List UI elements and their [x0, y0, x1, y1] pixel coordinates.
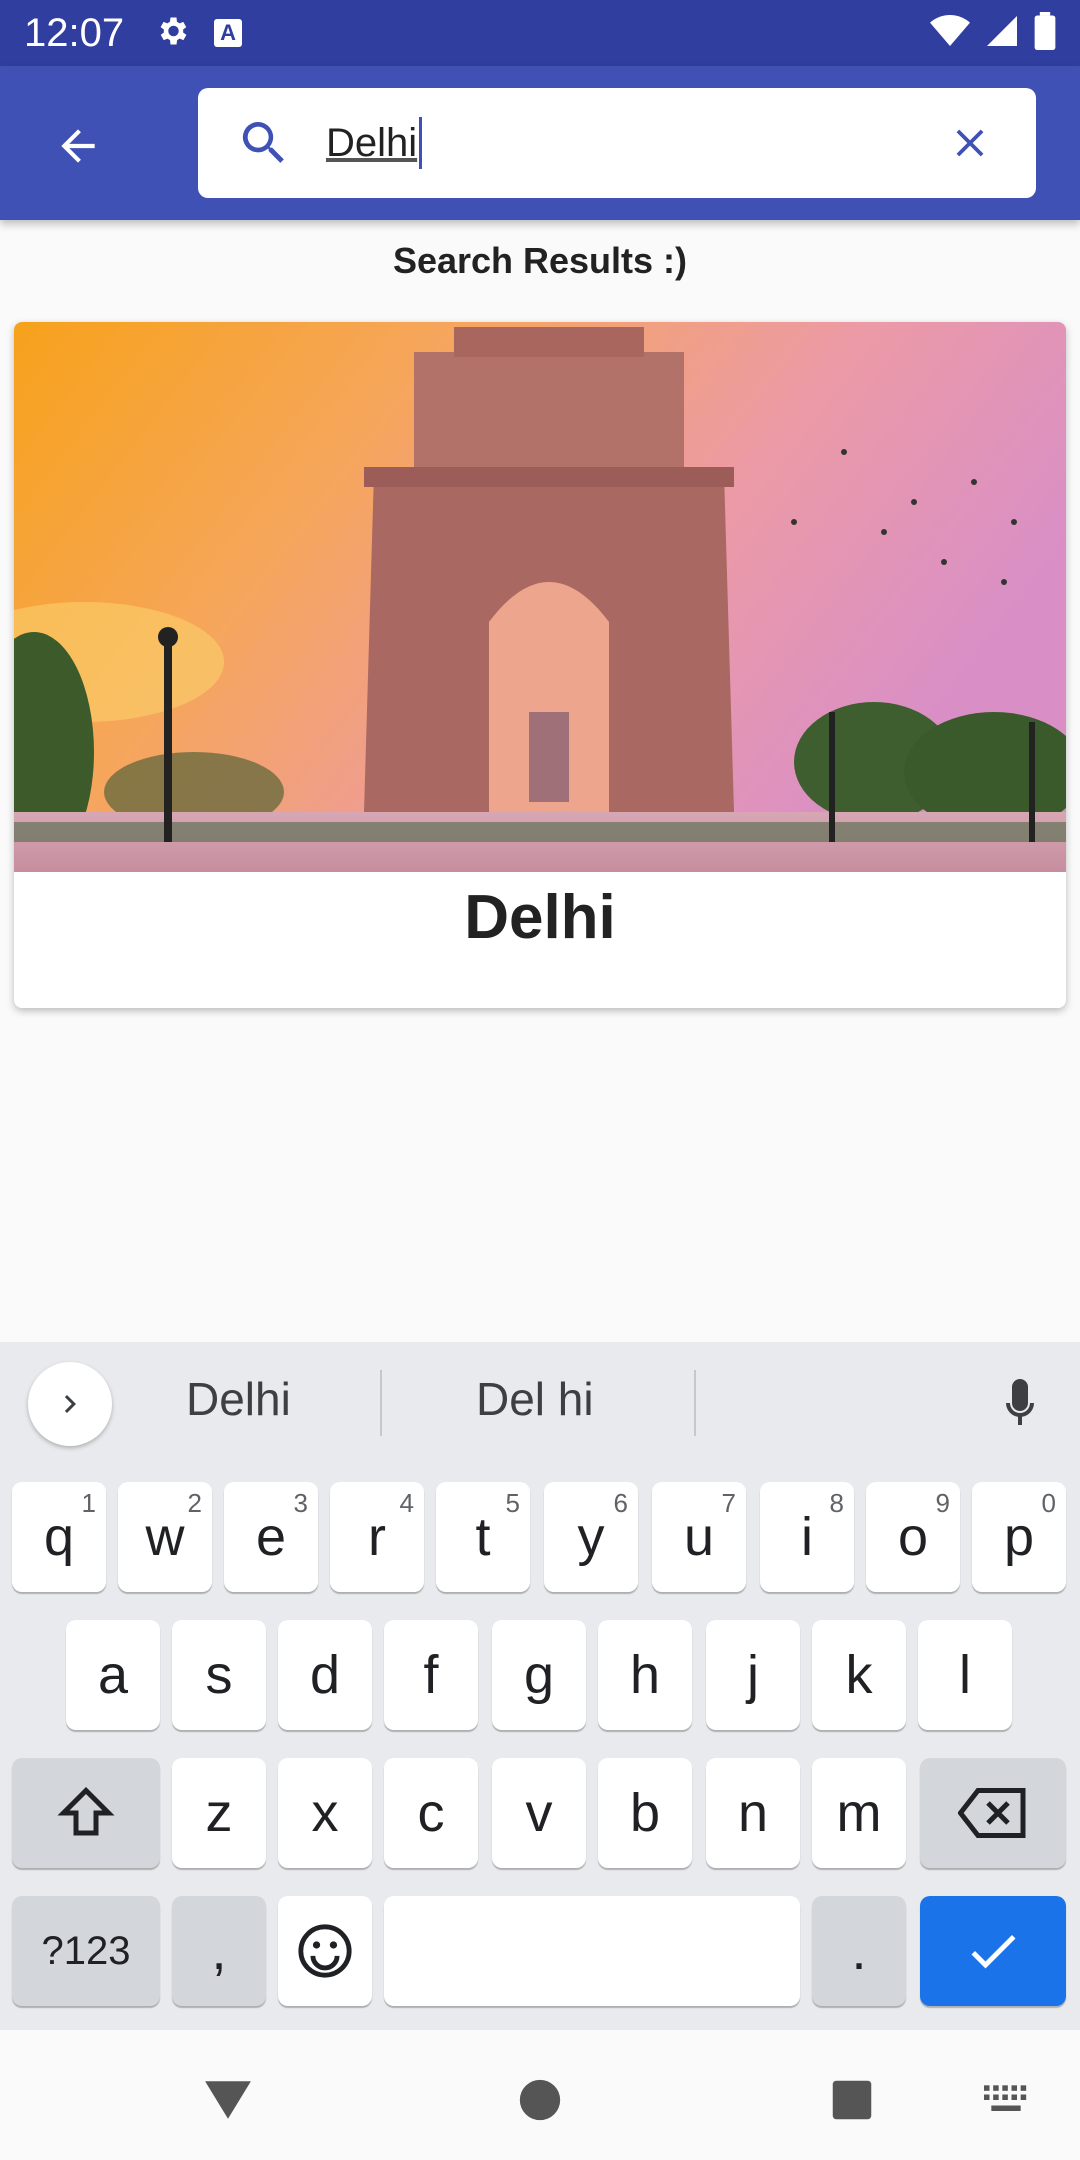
shift-icon [57, 1786, 115, 1836]
text-caret [419, 117, 423, 169]
close-icon [956, 129, 984, 157]
key-g[interactable]: g [492, 1620, 586, 1730]
nav-back-button[interactable] [198, 2070, 258, 2130]
back-triangle-icon [205, 2081, 251, 2119]
status-time: 12:07 [24, 10, 125, 55]
comma-key[interactable]: , [172, 1896, 266, 2006]
key-p[interactable]: p0 [972, 1482, 1066, 1592]
result-card-title: Delhi [464, 883, 616, 952]
wifi-icon [930, 14, 970, 53]
key-e[interactable]: e3 [224, 1482, 318, 1592]
backspace-icon [958, 1788, 1026, 1838]
key-z[interactable]: z [172, 1758, 266, 1868]
emoji-key[interactable] [278, 1896, 372, 2006]
check-icon [971, 1935, 1016, 1969]
back-button[interactable] [40, 116, 116, 176]
nav-recents-button[interactable] [822, 2070, 882, 2130]
key-n[interactable]: n [706, 1758, 800, 1868]
symbols-key[interactable]: ?123 [12, 1896, 160, 2006]
recents-square-icon [832, 2080, 872, 2120]
suggestion-divider [380, 1370, 382, 1436]
shift-key[interactable] [12, 1758, 160, 1868]
key-u[interactable]: u7 [652, 1482, 746, 1592]
status-bar: 12:07 A [0, 0, 1080, 66]
search-results-heading: Search Results :) [392, 240, 688, 281]
keyboard-switch-button[interactable] [976, 2070, 1036, 2130]
search-input[interactable]: Delhi [326, 117, 423, 169]
result-card[interactable]: Delhi [14, 322, 1066, 1008]
search-icon [234, 113, 294, 173]
signal-icon [984, 13, 1020, 54]
key-d[interactable]: d [278, 1620, 372, 1730]
key-t[interactable]: t5 [436, 1482, 530, 1592]
backspace-key[interactable] [920, 1758, 1066, 1868]
microphone-icon [1006, 1379, 1034, 1425]
key-l[interactable]: l [918, 1620, 1012, 1730]
india-gate-photo [14, 322, 1066, 872]
suggestion-strip: Delhi Del hi [0, 1342, 1080, 1466]
key-h[interactable]: h [598, 1620, 692, 1730]
navigation-bar [0, 2030, 1080, 2160]
key-v[interactable]: v [492, 1758, 586, 1868]
voice-input-button[interactable] [990, 1372, 1050, 1438]
key-q[interactable]: q1 [12, 1482, 106, 1592]
keyboard-switch-icon [984, 2085, 1027, 2111]
soft-keyboard: Delhi Del hi q1 w2 e3 r4 t5 y6 u7 i8 o9 … [0, 1342, 1080, 2030]
key-k[interactable]: k [812, 1620, 906, 1730]
key-o[interactable]: o9 [866, 1482, 960, 1592]
app-bar: Delhi [0, 66, 1080, 220]
arrow-back-icon [61, 129, 95, 163]
key-x[interactable]: x [278, 1758, 372, 1868]
key-i[interactable]: i8 [760, 1482, 854, 1592]
settings-icon [154, 13, 190, 54]
suggestion-1[interactable]: Delhi [186, 1372, 291, 1426]
key-m[interactable]: m [812, 1758, 906, 1868]
space-key[interactable] [384, 1896, 800, 2006]
chevron-right-icon [64, 1395, 76, 1413]
key-a[interactable]: a [66, 1620, 160, 1730]
key-s[interactable]: s [172, 1620, 266, 1730]
search-input-value: Delhi [326, 120, 418, 165]
key-b[interactable]: b [598, 1758, 692, 1868]
key-r[interactable]: r4 [330, 1482, 424, 1592]
suggestion-2[interactable]: Del hi [476, 1372, 594, 1426]
battery-icon [1034, 11, 1056, 55]
search-box[interactable]: Delhi [198, 88, 1036, 198]
enter-key[interactable] [920, 1896, 1066, 2006]
suggestion-divider [694, 1370, 696, 1436]
key-j[interactable]: j [706, 1620, 800, 1730]
keyboard-a-icon: A [214, 19, 243, 47]
key-y[interactable]: y6 [544, 1482, 638, 1592]
expand-suggestions-button[interactable] [28, 1362, 112, 1446]
clear-search-button[interactable] [940, 113, 1000, 173]
key-f[interactable]: f [384, 1620, 478, 1730]
key-w[interactable]: w2 [118, 1482, 212, 1592]
emoji-icon [298, 1924, 352, 1978]
home-circle-icon [519, 2079, 561, 2121]
period-key[interactable]: . [812, 1896, 906, 2006]
nav-home-button[interactable] [510, 2070, 570, 2130]
key-c[interactable]: c [384, 1758, 478, 1868]
